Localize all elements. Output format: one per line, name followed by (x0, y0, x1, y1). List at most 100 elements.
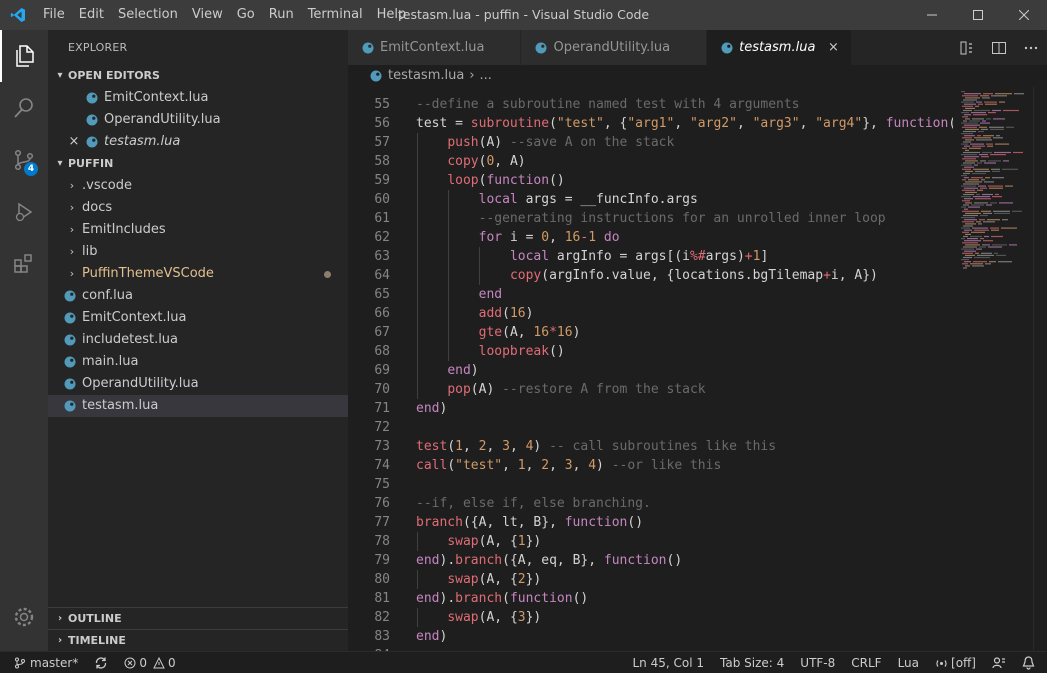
file-item[interactable]: conf.lua (48, 285, 348, 307)
minimap-token (969, 120, 980, 122)
minimap-token (973, 114, 987, 116)
line-content: end) (447, 363, 479, 378)
minimap-token (961, 164, 972, 166)
menu-edit[interactable]: Edit (72, 0, 111, 30)
open-editor-item[interactable]: × testasm.lua (48, 131, 348, 153)
settings-gear-icon[interactable] (0, 591, 48, 643)
warning-count: 0 (167, 655, 176, 670)
search-icon[interactable] (0, 82, 48, 134)
open-editors-header[interactable]: ▾ OPEN EDITORS (48, 65, 348, 87)
file-label: includetest.lua (82, 332, 179, 347)
error-count: 0 (139, 655, 147, 670)
source-control-icon[interactable]: 4 (0, 134, 48, 186)
line-content: loopbreak() (478, 344, 565, 359)
minimap-token (979, 246, 986, 248)
lua-file-icon (62, 332, 78, 348)
menu-go[interactable]: Go (230, 0, 262, 30)
folder-item[interactable]: › lib (48, 241, 348, 263)
code-line: 80 swap(A, {2}) (348, 570, 953, 589)
minimap-token (964, 177, 969, 179)
tab-operandutility-lua[interactable]: OperandUtility.lua (521, 30, 708, 65)
explorer-icon[interactable] (0, 30, 48, 82)
encoding[interactable]: UTF-8 (792, 652, 843, 673)
line-ending[interactable]: CRLF (843, 652, 889, 673)
more-actions-icon[interactable] (1015, 30, 1047, 65)
split-editor-icon[interactable] (983, 30, 1015, 65)
open-editor-label: EmitContext.lua (104, 90, 209, 105)
folder-item[interactable]: › docs (48, 197, 348, 219)
folder-item[interactable]: › EmitIncludes (48, 219, 348, 241)
extensions-icon[interactable] (0, 238, 48, 290)
code-line: 56 test = subroutine("test", {"arg1", "ar… (348, 114, 953, 133)
close-window-icon[interactable] (1001, 0, 1047, 30)
minimap-token (963, 141, 971, 143)
menu-run[interactable]: Run (262, 0, 301, 30)
breadcrumb-file[interactable]: testasm.lua (388, 65, 464, 87)
open-editor-item[interactable]: EmitContext.lua (48, 87, 348, 109)
line-number: 61 (374, 211, 390, 226)
minimap[interactable] (955, 87, 1033, 651)
minimap-token (981, 128, 988, 130)
language-mode[interactable]: Lua (890, 652, 927, 673)
minimap-token (961, 227, 970, 229)
line-number: 72 (374, 420, 390, 435)
minimap-token (982, 193, 993, 196)
menu-help[interactable]: Help (370, 0, 414, 30)
minimap-token (962, 105, 973, 107)
cursor-position[interactable]: Ln 45, Col 1 (625, 652, 713, 673)
indent-guide (448, 304, 450, 323)
minimap-token (974, 137, 991, 139)
code-editor[interactable]: 55 --define a subroutine named test with … (348, 87, 953, 651)
minimap-token (994, 151, 1011, 154)
file-item[interactable]: includetest.lua (48, 329, 348, 351)
code-line: 66 add(16) (348, 304, 953, 323)
outline-header[interactable]: › OUTLINE (48, 608, 348, 630)
tab-size[interactable]: Tab Size: 4 (712, 652, 792, 673)
lua-file-icon (62, 376, 78, 392)
lua-file-icon (84, 90, 100, 106)
minimap-token (1005, 185, 1013, 187)
close-icon[interactable]: × (66, 131, 82, 153)
project-header[interactable]: ▾ PUFFIN (48, 153, 348, 175)
minimap-token (970, 235, 982, 238)
open-changes-icon[interactable] (951, 30, 983, 65)
open-editor-item[interactable]: OperandUtility.lua (48, 109, 348, 131)
close-icon[interactable]: × (825, 40, 841, 55)
folder-item[interactable]: › PuffinThemeVSCode (48, 263, 348, 285)
sync-icon[interactable] (86, 652, 116, 673)
minimize-icon[interactable] (909, 0, 955, 30)
live-share-status[interactable]: [off] (927, 652, 984, 673)
maximize-icon[interactable] (955, 0, 1001, 30)
outline-label: OUTLINE (68, 612, 122, 625)
folder-item[interactable]: › .vscode (48, 175, 348, 197)
minimap-token (963, 151, 980, 154)
indent-guide (417, 532, 418, 551)
breadcrumb-symbol[interactable]: ... (480, 65, 492, 87)
file-item[interactable]: main.lua (48, 351, 348, 373)
run-debug-icon[interactable] (0, 186, 48, 238)
feedback-icon[interactable] (984, 652, 1014, 673)
file-item[interactable]: EmitContext.lua (48, 307, 348, 329)
minimap-token (976, 221, 981, 223)
minimap-token (961, 154, 977, 156)
problems-status[interactable]: 0 0 (116, 652, 183, 673)
file-item[interactable]: testasm.lua (48, 395, 348, 417)
minimap-token (965, 160, 978, 162)
timeline-header[interactable]: › TIMELINE (48, 630, 348, 652)
line-number: 58 (374, 154, 390, 169)
status-bar: master* 0 0 Ln 45, Col 1 Tab Size: 4 UTF… (0, 651, 1047, 673)
file-item[interactable]: OperandUtility.lua (48, 373, 348, 395)
tab-emitcontext-lua[interactable]: EmitContext.lua (348, 30, 522, 65)
minimap-token (985, 103, 997, 105)
minimap-token (993, 137, 1003, 139)
menu-terminal[interactable]: Terminal (301, 0, 370, 30)
menu-view[interactable]: View (185, 0, 230, 30)
minimap-token (990, 154, 1006, 156)
minimap-token (977, 254, 994, 256)
menu-file[interactable]: File (36, 0, 72, 30)
tab-testasm-lua[interactable]: testasm.lua × (707, 30, 853, 65)
menu-selection[interactable]: Selection (111, 0, 185, 30)
vertical-scrollbar[interactable] (1033, 87, 1047, 651)
branch-status[interactable]: master* (0, 652, 86, 673)
notifications-bell-icon[interactable] (1014, 652, 1047, 673)
